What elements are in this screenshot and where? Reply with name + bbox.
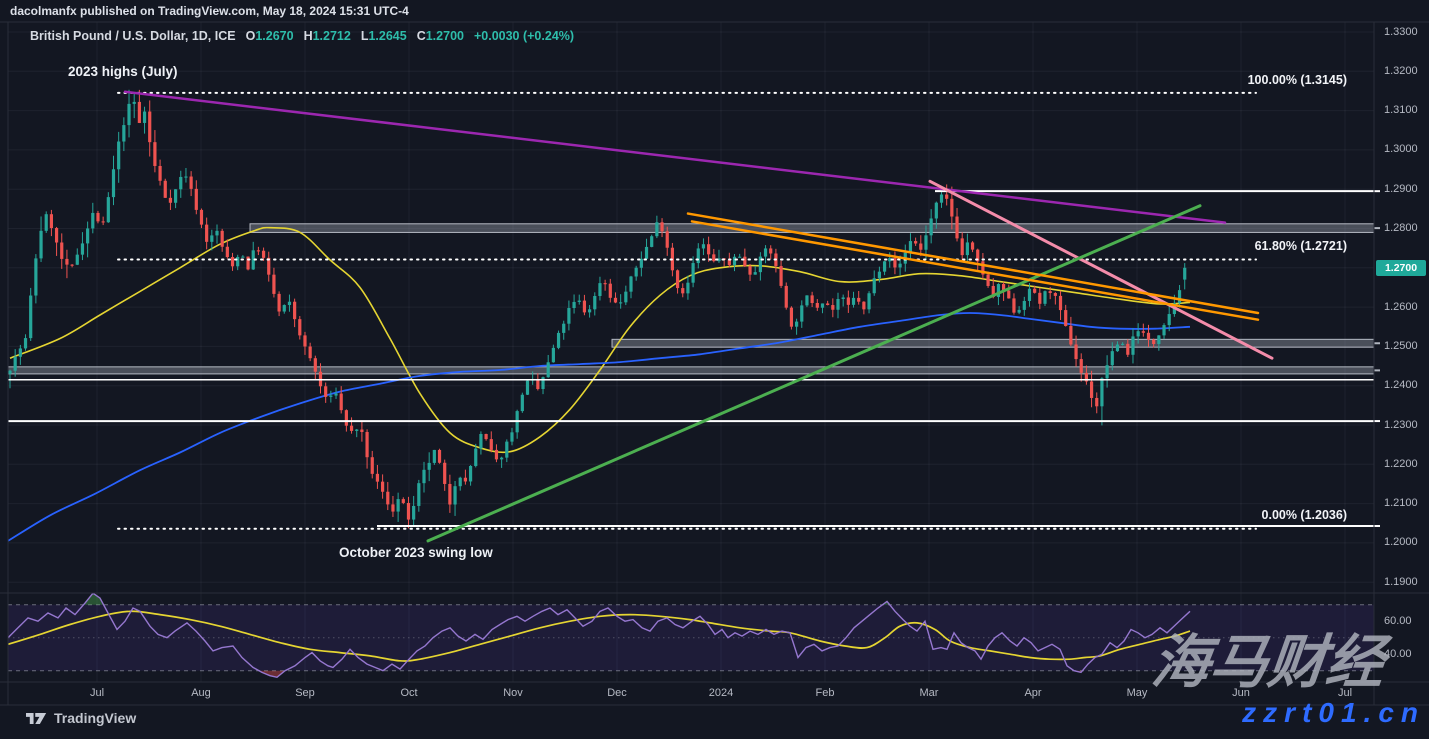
fib-label-618: 61.80% (1.2721) bbox=[1172, 239, 1347, 253]
time-axis-label: Feb bbox=[816, 687, 835, 699]
ohlc-open: O1.2670 bbox=[246, 29, 294, 43]
price-change: +0.0030 (+0.24%) bbox=[474, 29, 574, 43]
fib-label-0: 0.00% (1.2036) bbox=[1172, 508, 1347, 522]
purple-descending[interactable] bbox=[125, 92, 1225, 223]
time-axis-label: Dec bbox=[607, 687, 627, 699]
ohlc-high-key: H bbox=[304, 29, 313, 43]
price-axis-label: 1.2300 bbox=[1384, 419, 1418, 431]
watermark-url: zzrt01.cn bbox=[1242, 697, 1425, 729]
annotation-october-swing-low: October 2023 swing low bbox=[339, 545, 493, 560]
price-axis-label: 1.2900 bbox=[1384, 183, 1418, 195]
tradingview-logo-text: TradingView bbox=[54, 710, 136, 726]
ohlc-low-value: 1.2645 bbox=[368, 29, 406, 43]
zone-1.251 bbox=[612, 339, 1374, 347]
rsi-axis-label: 40.00 bbox=[1384, 648, 1412, 660]
symbol-info-row[interactable]: British Pound / U.S. Dollar, 1D, ICE O1.… bbox=[30, 29, 574, 43]
rsi-axis-label: 60.00 bbox=[1384, 615, 1412, 627]
price-axis-label: 1.3200 bbox=[1384, 65, 1418, 77]
ohlc-high: H1.2712 bbox=[304, 29, 351, 43]
price-axis-label: 1.3300 bbox=[1384, 26, 1418, 38]
watermark-chinese: 海马财经 bbox=[1148, 630, 1387, 697]
price-axis-label: 1.3100 bbox=[1384, 104, 1418, 116]
tradingview-logo-icon bbox=[26, 711, 47, 726]
ohlc-open-key: O bbox=[246, 29, 256, 43]
time-axis-label: 2024 bbox=[709, 687, 733, 699]
fib-label-100: 100.00% (1.3145) bbox=[1172, 73, 1347, 87]
tradingview-published-chart: dacolmanfx published on TradingView.com,… bbox=[0, 0, 1429, 739]
time-axis-label: Sep bbox=[295, 687, 315, 699]
ohlc-close: C1.2700 bbox=[417, 29, 464, 43]
time-axis-label: Nov bbox=[503, 687, 523, 699]
price-axis-label: 1.2100 bbox=[1384, 497, 1418, 509]
price-axis-label: 1.2500 bbox=[1384, 340, 1418, 352]
price-axis-label: 1.2600 bbox=[1384, 301, 1418, 313]
time-axis-label: Oct bbox=[400, 687, 417, 699]
price-axis-label: 1.2000 bbox=[1384, 536, 1418, 548]
ohlc-close-key: C bbox=[417, 29, 426, 43]
symbol-title: British Pound / U.S. Dollar, 1D, ICE bbox=[30, 29, 236, 43]
ohlc-open-value: 1.2670 bbox=[255, 29, 293, 43]
price-axis-label: 1.2200 bbox=[1384, 458, 1418, 470]
annotation-2023-highs: 2023 highs (July) bbox=[68, 64, 178, 79]
main-pane[interactable] bbox=[8, 22, 1374, 593]
price-axis-label: 1.3000 bbox=[1384, 143, 1418, 155]
zone-1.244 bbox=[8, 367, 1374, 374]
ohlc-low: L1.2645 bbox=[361, 29, 407, 43]
price-axis-label: 1.2800 bbox=[1384, 222, 1418, 234]
tradingview-footer-link[interactable]: TradingView bbox=[26, 710, 136, 726]
supply-zone-1.28 bbox=[250, 224, 1374, 233]
time-axis-label: May bbox=[1127, 687, 1148, 699]
ohlc-high-value: 1.2712 bbox=[313, 29, 351, 43]
chart-canvas[interactable] bbox=[0, 0, 1429, 739]
price-axis-label: 1.1900 bbox=[1384, 576, 1418, 588]
time-axis-label: Apr bbox=[1024, 687, 1041, 699]
ohlc-close-value: 1.2700 bbox=[426, 29, 464, 43]
price-axis-label: 1.2400 bbox=[1384, 379, 1418, 391]
time-axis-label: Aug bbox=[191, 687, 211, 699]
time-axis-label: Jul bbox=[90, 687, 104, 699]
last-price-badge: 1.2700 bbox=[1376, 260, 1426, 276]
time-axis-label: Mar bbox=[920, 687, 939, 699]
publish-note: dacolmanfx published on TradingView.com,… bbox=[10, 4, 409, 18]
